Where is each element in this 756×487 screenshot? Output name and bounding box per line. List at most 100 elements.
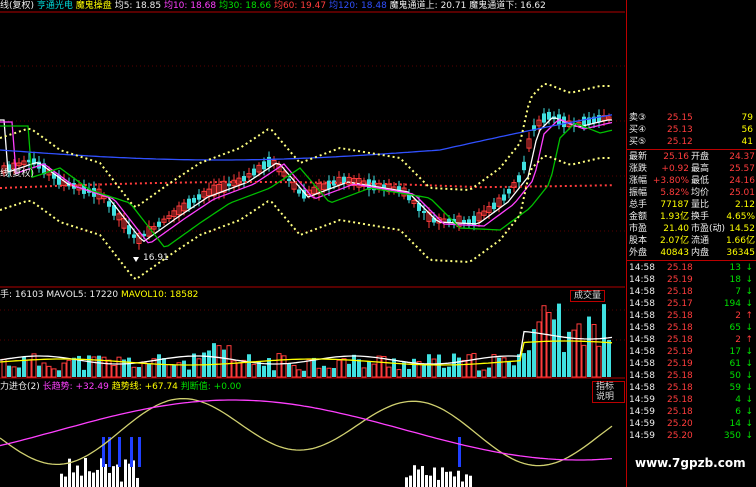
volume-button[interactable]: 成交量 — [570, 290, 606, 302]
stat-value: 5.82% — [660, 188, 689, 198]
tick-time: 14:59 — [629, 407, 655, 417]
volume-bar — [281, 355, 287, 378]
tick-time: 14:58 — [629, 371, 655, 381]
indicator-bar — [421, 465, 424, 487]
low-marker-icon — [133, 257, 139, 262]
volume-bar — [562, 352, 566, 377]
tick-price: 25.19 — [667, 275, 693, 285]
volume-bar — [396, 369, 402, 378]
volume-bar — [587, 316, 591, 377]
left-axis-label: 线(复权) — [0, 169, 35, 179]
tick-volume: 13 — [729, 263, 741, 273]
volume-bar — [557, 303, 561, 377]
tick-time: 14:58 — [629, 323, 655, 333]
mavol10-label: MAVOL10: 18582 — [120, 290, 199, 300]
volume-bar — [326, 367, 332, 378]
channel-lower-value: 魔鬼通道下: 16.62 — [469, 1, 546, 11]
chart-area[interactable]: 线(复权) 亨通光电 魔鬼操盘 均5: 18.85 均10: 18.68 均30… — [0, 0, 625, 487]
tick-time: 14:59 — [629, 431, 655, 441]
volume-bar — [172, 364, 176, 377]
tick-arrow-icon: ↓ — [745, 371, 753, 381]
volume-bar — [322, 365, 326, 377]
indicator-bar — [108, 472, 111, 487]
volume-bar — [216, 345, 222, 378]
stat-value: 4.65% — [726, 212, 755, 222]
tick-volume: 2 — [735, 311, 741, 321]
tick-time: 14:58 — [629, 335, 655, 345]
volume-bar — [471, 352, 477, 378]
volume-bar — [487, 367, 491, 377]
candle-body — [252, 168, 256, 176]
kline-svg[interactable] — [0, 0, 625, 487]
stat-label: 开盘 — [691, 152, 710, 162]
stat-label: 涨跌 — [629, 164, 648, 174]
volume-bar — [87, 355, 91, 377]
volume-bar — [251, 363, 257, 378]
candle-body — [107, 201, 111, 207]
volume-bar — [336, 359, 342, 378]
indicator-bar — [72, 472, 75, 487]
volume-bar — [422, 363, 426, 377]
volume-bar — [546, 312, 552, 378]
low-price-marker: 16.91 — [143, 253, 169, 263]
indicator-bar — [64, 476, 67, 487]
stat-row: 股本 2.07亿 流通 1.66亿 — [627, 235, 756, 247]
tick-volume: 14 — [729, 419, 741, 429]
mavol5-label: MAVOL5: 17220 — [46, 290, 119, 300]
tick-price: 25.20 — [667, 419, 693, 429]
volume-bar — [37, 365, 41, 377]
tick-row: 14:58 25.18 59 ↓ — [627, 382, 756, 394]
ask-row: 买④ 25.13 56 — [627, 124, 756, 136]
stat-row: 振幅 5.82% 均价 25.01 — [627, 187, 756, 199]
volume-bar — [376, 355, 382, 378]
tick-time: 14:58 — [629, 287, 655, 297]
volume-bar — [196, 358, 202, 378]
tick-row: 14:59 25.20 350 ↓ — [627, 430, 756, 442]
stat-label: 最新 — [629, 152, 648, 162]
volume-bar — [116, 356, 122, 378]
ma60-value: 均60: 19.47 — [273, 1, 327, 11]
stat-row: 最新 25.16 开盘 24.37 — [627, 151, 756, 163]
stat-label: 最高 — [691, 164, 710, 174]
ma60-line — [0, 181, 613, 189]
long-trend-label: 长趋势: +32.49 — [42, 382, 109, 392]
stat-label: 振幅 — [629, 188, 648, 198]
judge-label: 判断值: +0.00 — [180, 382, 242, 392]
volume-bar — [412, 358, 416, 377]
candle-body — [287, 178, 291, 181]
indicator-bar — [88, 471, 91, 487]
candle-body — [187, 198, 191, 209]
candle-body — [267, 156, 271, 168]
ticker-label: 亨通光电 — [36, 1, 73, 11]
tick-price: 25.18 — [667, 263, 693, 273]
volume-header: 手: 16103 MAVOL5: 17220 MAVOL10: 18582 — [0, 290, 198, 300]
candle-body — [132, 234, 136, 238]
tick-arrow-icon: ↓ — [745, 323, 753, 333]
tick-time: 14:59 — [629, 395, 655, 405]
stat-row: 涨跌 +0.92 最高 25.57 — [627, 163, 756, 175]
indicator-bar — [92, 472, 95, 487]
quote-panel: 卖③ 25.15 79 买④ 25.13 56 买⑤ 25.12 41 最新 25.16 开盘 24.3… — [626, 0, 756, 487]
volume-bar — [371, 363, 377, 378]
volume-bar — [141, 361, 147, 378]
volume-bar — [591, 323, 597, 378]
stat-value: 24.37 — [729, 152, 755, 162]
indicator-bar — [417, 469, 420, 487]
volume-bar — [247, 354, 251, 377]
ma120-value: 均120: 18.48 — [328, 1, 387, 11]
stat-value: 25.01 — [729, 188, 755, 198]
indicator-help-button[interactable]: 指标说明 — [592, 381, 625, 403]
volume-bar — [442, 367, 446, 377]
ma5-value: 均5: 18.85 — [114, 1, 162, 11]
stat-row: 金额 1.93亿 换手 4.65% — [627, 211, 756, 223]
volume-bar — [386, 366, 392, 378]
stat-value: 14.52 — [729, 224, 755, 234]
tick-volume: 7 — [735, 287, 741, 297]
volume-bar — [291, 364, 297, 378]
tick-row: 14:58 25.19 18 ↓ — [627, 274, 756, 286]
volume-bar — [512, 365, 516, 377]
ma30-value: 均30: 18.66 — [218, 1, 272, 11]
volume-bar — [316, 367, 322, 378]
candle-body — [192, 197, 196, 203]
volume-bar — [437, 354, 441, 377]
